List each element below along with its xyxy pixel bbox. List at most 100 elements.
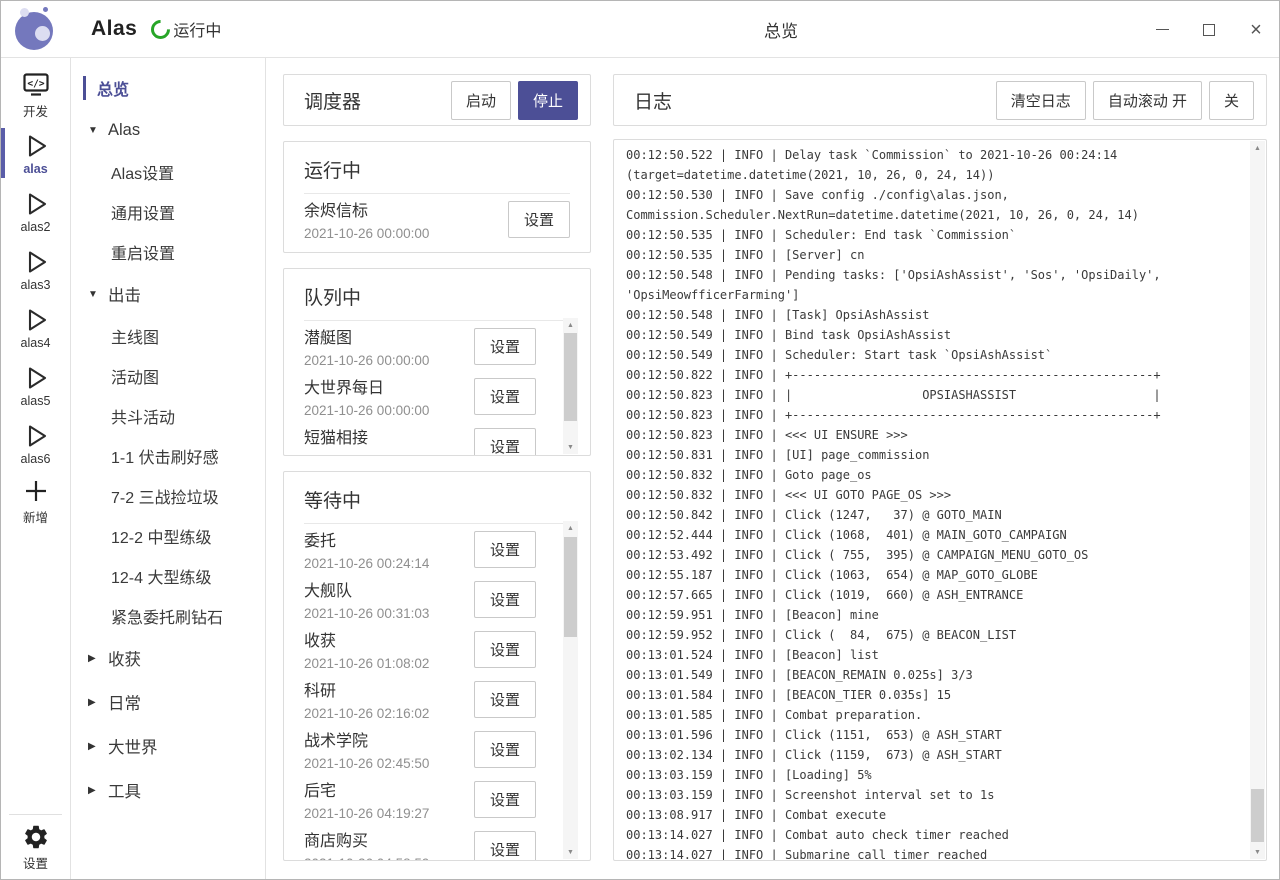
scheduler-status-text: 运行中 <box>173 17 221 41</box>
main-area: 调度器 启动 停止 运行中 余烬信标2021-10-26 00:00:00设置 … <box>266 58 1279 879</box>
stop-button[interactable]: 停止 <box>518 81 578 120</box>
scrollbar-thumb[interactable] <box>564 537 577 637</box>
waiting-section: 等待中 委托2021-10-26 00:24:14设置大舰队2021-10-26… <box>283 471 591 861</box>
task-row: 收获2021-10-26 01:08:02 设置 <box>304 624 536 674</box>
running-task-list: 余烬信标2021-10-26 00:00:00 设置 <box>304 194 570 252</box>
task-setting-button[interactable]: 设置 <box>508 201 570 238</box>
nav-item-总览[interactable]: 总览 <box>71 68 265 108</box>
task-meta: 战术学院2021-10-26 02:45:50 <box>304 727 429 771</box>
nav-item-label: 重启设置 <box>111 240 175 264</box>
task-name: 商店购买 <box>304 827 429 851</box>
scroll-down-icon[interactable]: ▼ <box>563 845 578 859</box>
nav-item-大世界[interactable]: ▶大世界 <box>71 724 265 768</box>
rail-item-alas6[interactable]: alas6 <box>1 414 70 472</box>
task-setting-button[interactable]: 设置 <box>474 378 536 415</box>
log-title: 日志 <box>634 87 996 114</box>
play-icon <box>21 247 51 277</box>
minimize-button[interactable] <box>1153 21 1171 39</box>
task-next-run-time: 2021-10-26 00:31:03 <box>304 606 429 621</box>
autoscroll-toggle-button[interactable]: 自动滚动 开 <box>1093 81 1202 120</box>
nav-item-label: 出击 <box>108 282 141 306</box>
section-title: 等待中 <box>304 486 570 524</box>
nav-item-label: 活动图 <box>111 364 159 388</box>
rail-item-label: alas6 <box>21 452 51 466</box>
task-name: 大舰队 <box>304 577 429 601</box>
nav-item-Alas[interactable]: ▼Alas <box>71 108 265 152</box>
task-setting-button[interactable]: 设置 <box>474 781 536 818</box>
rail-item-alas5[interactable]: alas5 <box>1 356 70 414</box>
nav-item-收获[interactable]: ▶收获 <box>71 636 265 680</box>
nav-item-label: 日常 <box>108 690 141 714</box>
nav-item-日常[interactable]: ▶日常 <box>71 680 265 724</box>
rail-item-alas[interactable]: alas <box>1 124 70 182</box>
nav-item-共斗活动[interactable]: 共斗活动 <box>71 396 265 436</box>
nav-item-label: 共斗活动 <box>111 404 175 428</box>
rail-item-alas2[interactable]: alas2 <box>1 182 70 240</box>
nav-item-12-4 大型练级[interactable]: 12-4 大型练级 <box>71 556 265 596</box>
nav-item-主线图[interactable]: 主线图 <box>71 316 265 356</box>
task-row: 科研2021-10-26 02:16:02设置 <box>304 674 536 724</box>
task-setting-button[interactable]: 设置 <box>474 581 536 618</box>
task-next-run-time: 2021-10-26 02:16:02 <box>304 706 429 721</box>
nav-item-Alas设置[interactable]: Alas设置 <box>71 152 265 192</box>
task-row: 潜艇图2021-10-26 00:00:00 设置 <box>304 321 536 371</box>
task-setting-button[interactable]: 设置 <box>474 428 536 456</box>
nav-item-出击[interactable]: ▼出击 <box>71 272 265 316</box>
task-name: 委托 <box>304 527 429 551</box>
close-icon: × <box>1250 20 1262 40</box>
scroll-up-icon[interactable]: ▲ <box>563 521 578 535</box>
running-section: 运行中 余烬信标2021-10-26 00:00:00设置 <box>283 141 591 253</box>
rail-item-alas3[interactable]: alas3 <box>1 240 70 298</box>
scrollbar-thumb[interactable] <box>564 333 577 421</box>
maximize-button[interactable] <box>1200 21 1218 39</box>
scroll-down-icon[interactable]: ▼ <box>1250 845 1265 859</box>
nav-item-label: 7-2 三战捡垃圾 <box>111 484 219 508</box>
nav-item-7-2 三战捡垃圾[interactable]: 7-2 三战捡垃圾 <box>71 476 265 516</box>
task-meta: 潜艇图2021-10-26 00:00:00 <box>304 324 429 368</box>
task-setting-button[interactable]: 设置 <box>474 531 536 568</box>
clear-log-button[interactable]: 清空日志 <box>996 81 1086 120</box>
task-setting-button[interactable]: 设置 <box>474 731 536 768</box>
play-icon <box>21 421 51 451</box>
start-button[interactable]: 启动 <box>451 81 511 120</box>
log-scrollbar[interactable]: ▲ ▼ <box>1250 141 1265 859</box>
scrollbar-thumb[interactable] <box>1251 789 1264 842</box>
waiting-scrollbar[interactable]: ▲ ▼ <box>563 521 578 859</box>
rail-item-settings[interactable]: 设置 <box>1 815 70 879</box>
task-setting-button[interactable]: 设置 <box>474 831 536 861</box>
task-setting-button[interactable]: 设置 <box>474 328 536 365</box>
play-icon <box>21 189 51 219</box>
nav-item-紧急委托刷钻石[interactable]: 紧急委托刷钻石 <box>71 596 265 636</box>
scheduler-title: 调度器 <box>304 87 451 114</box>
task-meta: 余烬信标2021-10-26 00:00:00 <box>304 197 429 241</box>
collapse-log-button[interactable]: 关 <box>1209 81 1254 120</box>
task-name: 大世界每日 <box>304 374 429 398</box>
nav-item-通用设置[interactable]: 通用设置 <box>71 192 265 232</box>
scheduler-header: 调度器 启动 停止 <box>283 74 591 126</box>
nav-item-活动图[interactable]: 活动图 <box>71 356 265 396</box>
task-setting-button[interactable]: 设置 <box>474 681 536 718</box>
app-window: Alas 运行中 总览 × </>开发alasalas2alas3alas4al… <box>0 0 1280 880</box>
nav-item-工具[interactable]: ▶工具 <box>71 768 265 812</box>
rail-item-label: alas2 <box>21 220 51 234</box>
maximize-icon <box>1203 24 1215 36</box>
play-icon <box>21 131 51 161</box>
task-meta: 收获2021-10-26 01:08:02 <box>304 627 429 671</box>
rail-item-新增[interactable]: 新增 <box>1 472 70 530</box>
rail-item-alas4[interactable]: alas4 <box>1 298 70 356</box>
nav-item-1-1 伏击刷好感[interactable]: 1-1 伏击刷好感 <box>71 436 265 476</box>
nav-item-12-2 中型练级[interactable]: 12-2 中型练级 <box>71 516 265 556</box>
close-button[interactable]: × <box>1247 21 1265 39</box>
queue-scrollbar[interactable]: ▲ ▼ <box>563 318 578 454</box>
rail-item-开发[interactable]: </>开发 <box>1 66 70 124</box>
nav-item-重启设置[interactable]: 重启设置 <box>71 232 265 272</box>
scroll-up-icon[interactable]: ▲ <box>563 318 578 332</box>
scroll-up-icon[interactable]: ▲ <box>1250 141 1265 155</box>
scroll-down-icon[interactable]: ▼ <box>563 440 578 454</box>
chevron-right-icon: ▶ <box>88 741 99 752</box>
task-row: 后宅2021-10-26 04:19:27设置 <box>304 774 536 824</box>
log-header: 日志 清空日志 自动滚动 开 关 <box>613 74 1267 126</box>
rail-item-label: 开发 <box>23 101 48 120</box>
task-setting-button[interactable]: 设置 <box>474 631 536 668</box>
task-next-run-time: 2021-10-26 00:00:00 <box>304 403 429 418</box>
